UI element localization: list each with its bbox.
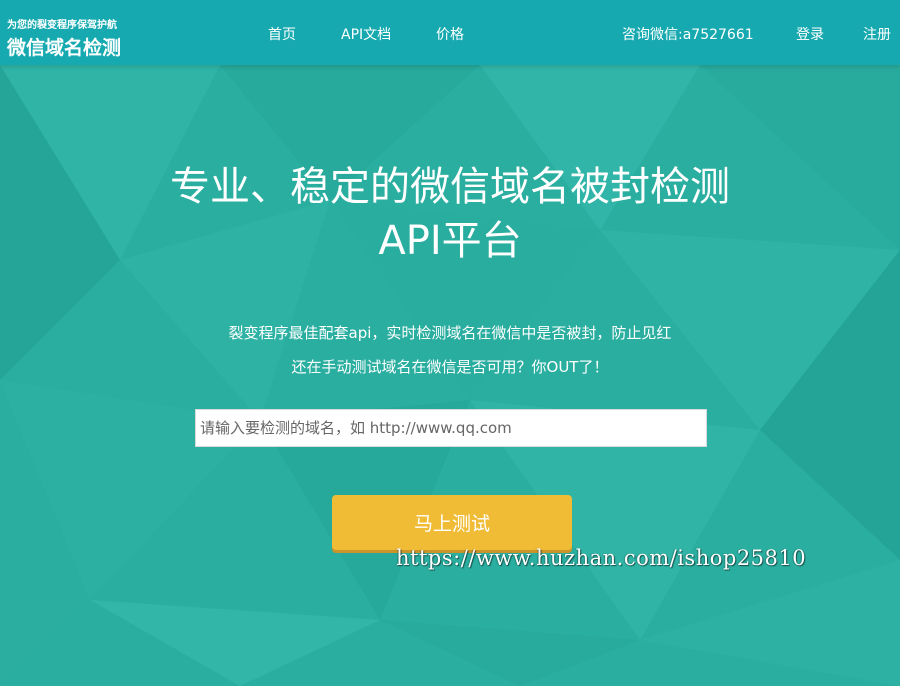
hero-subtitle-line2: 还在手动测试域名在微信是否可用？你OUT了！	[291, 358, 609, 376]
nav-api-docs[interactable]: API文档	[341, 24, 391, 44]
watermark-url: https://www.huzhan.com/ishop25810	[396, 546, 807, 570]
top-navbar: 为您的裂变程序保驾护航 微信域名检测 首页 API文档 价格 咨询微信:a752…	[0, 0, 900, 65]
polygon-background	[0, 0, 900, 686]
nav-home[interactable]: 首页	[268, 24, 296, 44]
contact-wechat: 咨询微信:a7527661	[622, 27, 754, 43]
test-now-button[interactable]: 马上测试	[332, 495, 572, 550]
login-link[interactable]: 登录	[796, 24, 824, 44]
hero-title-line1: 专业、稳定的微信域名被封检测	[170, 164, 730, 210]
hero-title: 专业、稳定的微信域名被封检测 API平台	[0, 160, 900, 268]
logo-tagline: 为您的裂变程序保驾护航	[7, 20, 117, 31]
hero-title-line2: API平台	[378, 218, 522, 264]
logo-title[interactable]: 微信域名检测	[7, 33, 121, 60]
register-link[interactable]: 注册	[863, 24, 891, 44]
nav-pricing[interactable]: 价格	[436, 24, 464, 44]
domain-input[interactable]	[195, 409, 707, 447]
hero-subtitle-line1: 裂变程序最佳配套api，实时检测域名在微信中是否被封，防止见红	[228, 324, 672, 342]
